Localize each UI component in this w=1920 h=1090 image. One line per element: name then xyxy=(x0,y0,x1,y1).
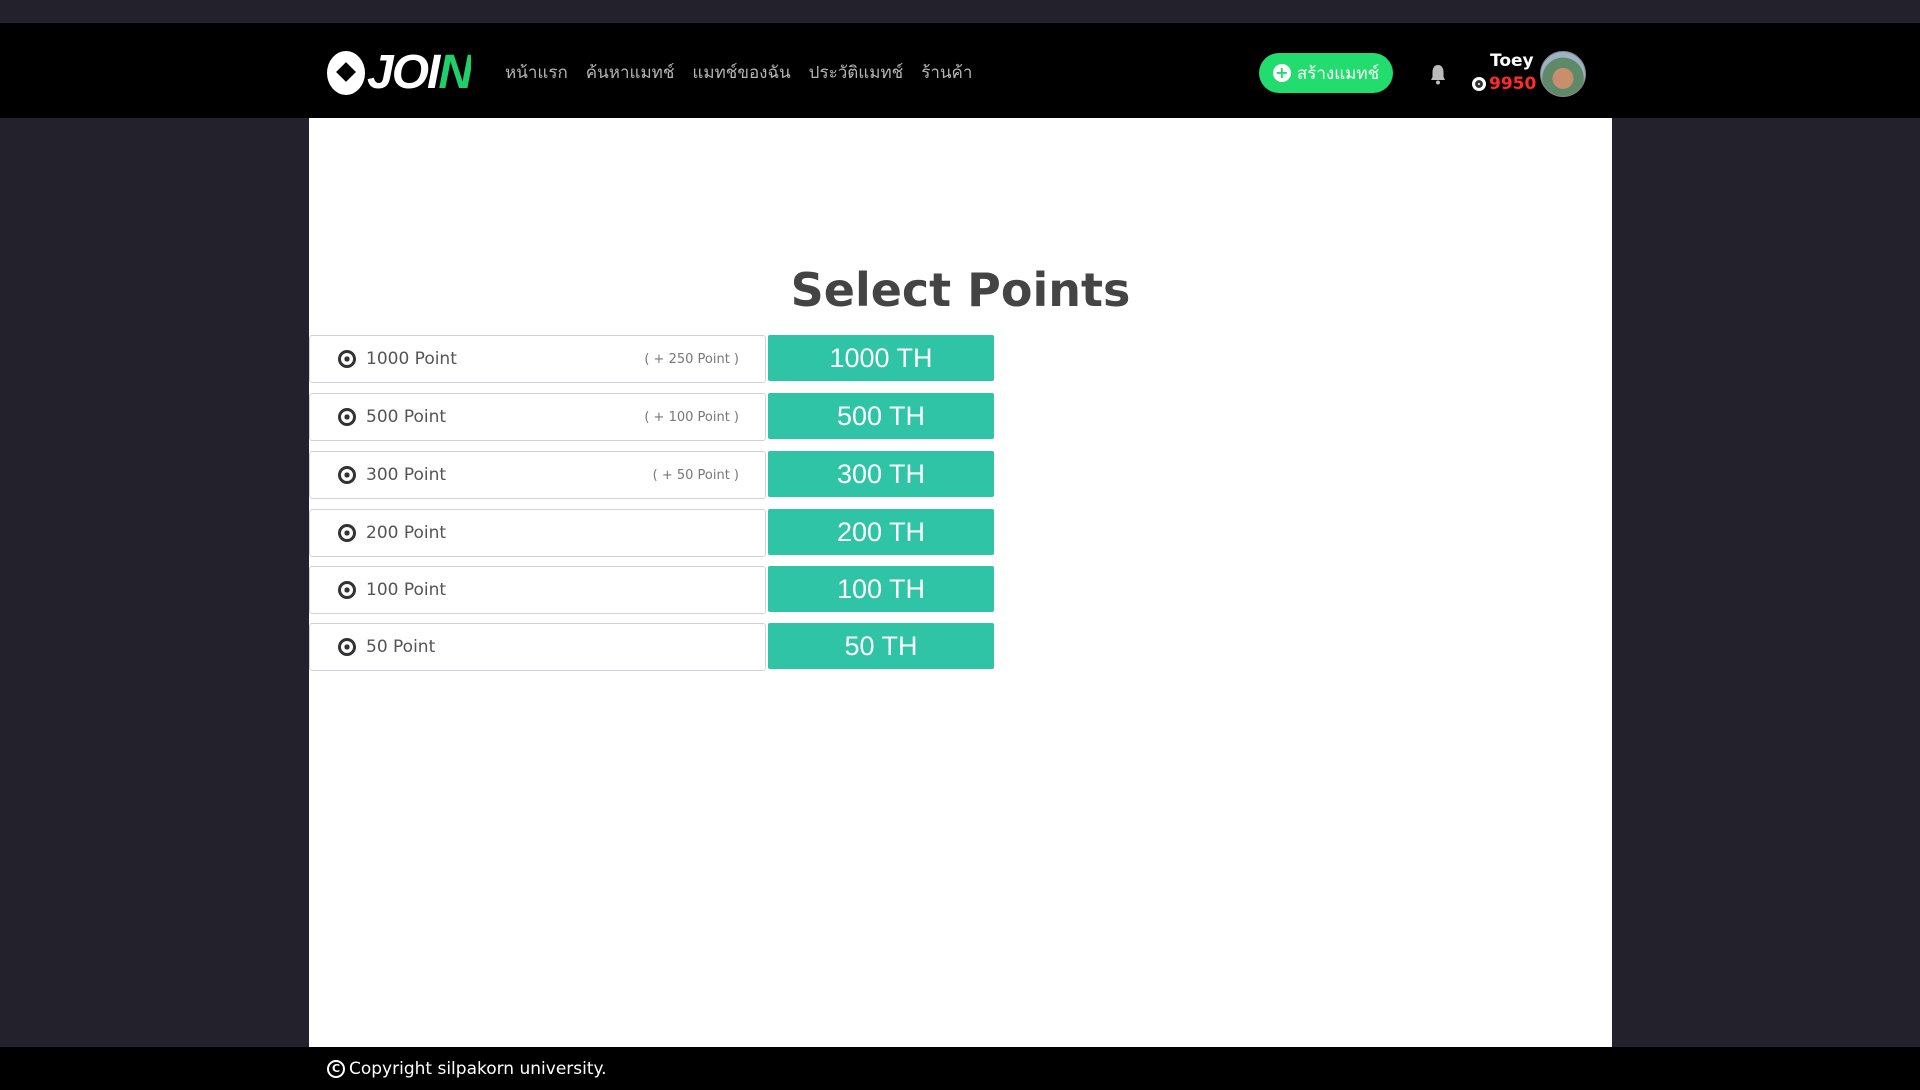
buy-button[interactable]: 50 TH xyxy=(768,623,994,669)
soccer-ball-icon xyxy=(327,50,365,95)
package-label: 1000 Point xyxy=(366,349,457,369)
page-title: Select Points xyxy=(790,263,1131,317)
copyright-icon: C xyxy=(327,1060,345,1078)
buy-button[interactable]: 500 TH xyxy=(768,393,994,439)
footer: C Copyright silpakorn university. xyxy=(0,1047,1920,1090)
package-label: 200 Point xyxy=(366,523,447,543)
package-info: 1000 Point ( + 250 Point ) xyxy=(309,335,766,383)
user-name[interactable]: Toey xyxy=(1490,51,1534,71)
copyright-text: Copyright silpakorn university. xyxy=(349,1059,607,1079)
nav-find-match[interactable]: ค้นหาแมทช์ xyxy=(586,59,675,86)
copyright: C Copyright silpakorn university. xyxy=(327,1059,607,1079)
package-bonus: ( + 250 Point ) xyxy=(644,351,739,367)
package-bonus: ( + 50 Point ) xyxy=(652,467,739,483)
buy-button[interactable]: 300 TH xyxy=(768,451,994,497)
join-logo[interactable]: JOIN xyxy=(327,45,473,100)
main-nav: หน้าแรก ค้นหาแมทช์ แมทช์ของฉัน ประวัติแม… xyxy=(505,59,972,86)
soccer-ball-icon xyxy=(338,581,356,599)
package-label: 50 Point xyxy=(366,637,436,657)
package-info: 100 Point xyxy=(309,566,766,614)
package-label: 500 Point xyxy=(366,407,447,427)
package-row: 100 Point 100 TH xyxy=(309,566,994,614)
plus-circle-icon: + xyxy=(1272,64,1291,82)
package-row: 300 Point ( + 50 Point ) 300 TH xyxy=(309,451,994,499)
soccer-ball-icon xyxy=(338,524,356,542)
nav-match-history[interactable]: ประวัติแมทช์ xyxy=(809,59,904,86)
user-points: 9950 xyxy=(1472,74,1536,94)
package-row: 200 Point 200 TH xyxy=(309,509,994,557)
soccer-ball-icon xyxy=(338,408,356,426)
bell-icon[interactable] xyxy=(1429,63,1447,85)
package-label: 100 Point xyxy=(366,580,447,600)
package-info: 300 Point ( + 50 Point ) xyxy=(309,451,766,499)
nav-shop[interactable]: ร้านค้า xyxy=(921,59,972,86)
soccer-ball-icon xyxy=(338,466,356,484)
package-row: 500 Point ( + 100 Point ) 500 TH xyxy=(309,393,994,441)
package-info: 500 Point ( + 100 Point ) xyxy=(309,393,766,441)
create-match-label: สร้างแมทช์ xyxy=(1296,63,1380,84)
browser-top-strip xyxy=(0,0,1920,23)
buy-button[interactable]: 1000 TH xyxy=(768,335,994,381)
user-points-value: 9950 xyxy=(1489,74,1537,94)
package-info: 200 Point xyxy=(309,509,766,557)
buy-button[interactable]: 200 TH xyxy=(768,509,994,555)
top-navbar: JOIN หน้าแรก ค้นหาแมทช์ แมทช์ของฉัน ประว… xyxy=(0,23,1920,118)
nav-home[interactable]: หน้าแรก xyxy=(505,59,568,86)
create-match-button[interactable]: + สร้างแมทช์ xyxy=(1259,53,1393,93)
soccer-ball-icon xyxy=(1472,77,1486,91)
package-row: 1000 Point ( + 250 Point ) 1000 TH xyxy=(309,335,994,383)
avatar[interactable] xyxy=(1540,51,1586,97)
soccer-ball-icon xyxy=(338,638,356,656)
nav-my-matches[interactable]: แมทช์ของฉัน xyxy=(692,59,790,86)
package-label: 300 Point xyxy=(366,465,447,485)
soccer-ball-icon xyxy=(338,350,356,368)
logo-text: JOIN xyxy=(367,46,473,99)
package-row: 50 Point 50 TH xyxy=(309,623,994,671)
package-bonus: ( + 100 Point ) xyxy=(644,409,739,425)
buy-button[interactable]: 100 TH xyxy=(768,566,994,612)
package-info: 50 Point xyxy=(309,623,766,671)
